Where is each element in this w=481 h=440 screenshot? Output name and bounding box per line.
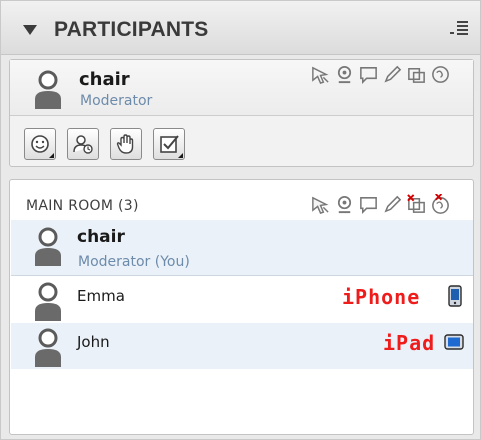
globe-permission-denied-icon[interactable]: [430, 194, 451, 215]
share-permission-denied-icon[interactable]: [406, 194, 427, 215]
participant-role: Moderator (You): [78, 254, 190, 270]
participant-name: John: [77, 333, 110, 351]
self-permission-icons: [310, 64, 451, 85]
participant-row-emma[interactable]: Emma iPhone: [11, 277, 473, 323]
pointer-permission-icon[interactable]: [310, 194, 331, 215]
pencil-permission-icon[interactable]: [382, 194, 403, 215]
ipad-device-icon: [444, 334, 464, 350]
participants-panel: PARTICIPANTS chair Moderator MAIN ROOM (…: [0, 0, 481, 440]
share-permission-icon[interactable]: [406, 64, 427, 85]
emoticon-status-icon: [31, 135, 49, 153]
options-menu-icon[interactable]: [449, 20, 469, 38]
avatar-icon: [35, 227, 61, 266]
self-role: Moderator: [80, 93, 153, 109]
checkbox-icon: [160, 135, 179, 153]
device-label: iPad: [383, 331, 436, 355]
raise-hand-button[interactable]: [110, 128, 142, 160]
user-options-button[interactable]: [67, 128, 99, 160]
chat-permission-icon[interactable]: [358, 64, 379, 85]
self-info: chair Moderator: [10, 60, 473, 116]
status-emoticon-button[interactable]: [24, 128, 56, 160]
webcam-permission-icon[interactable]: [334, 194, 355, 215]
participant-row-john[interactable]: John iPad: [11, 323, 473, 369]
pencil-permission-icon[interactable]: [382, 64, 403, 85]
avatar-icon: [35, 70, 61, 109]
globe-permission-icon[interactable]: [430, 64, 451, 85]
raise-hand-icon: [116, 134, 134, 154]
dropdown-corner-icon: [49, 153, 54, 158]
collapse-arrow-icon[interactable]: [23, 25, 37, 35]
avatar-icon: [35, 282, 61, 321]
checkbox-button[interactable]: [153, 128, 185, 160]
panel-title: PARTICIPANTS: [54, 18, 209, 41]
participant-row-chair[interactable]: chair Moderator (You): [11, 220, 473, 276]
webcam-permission-icon[interactable]: [334, 64, 355, 85]
chat-permission-icon[interactable]: [358, 194, 379, 215]
user-options-icon: [73, 135, 93, 154]
self-card: chair Moderator: [9, 59, 474, 167]
room-title: MAIN ROOM (3): [26, 198, 139, 214]
participant-name: Emma: [77, 287, 125, 305]
main-room: MAIN ROOM (3) chair Moderator (You) Emma…: [9, 179, 474, 435]
device-label: iPhone: [342, 285, 421, 309]
dropdown-corner-icon: [178, 153, 183, 158]
avatar-icon: [35, 328, 61, 367]
room-permission-icons: [310, 194, 451, 215]
iphone-device-icon: [448, 285, 462, 307]
pointer-permission-icon[interactable]: [310, 64, 331, 85]
self-name: chair: [79, 69, 130, 90]
participant-name: chair: [77, 227, 125, 247]
panel-header: PARTICIPANTS: [1, 1, 480, 55]
